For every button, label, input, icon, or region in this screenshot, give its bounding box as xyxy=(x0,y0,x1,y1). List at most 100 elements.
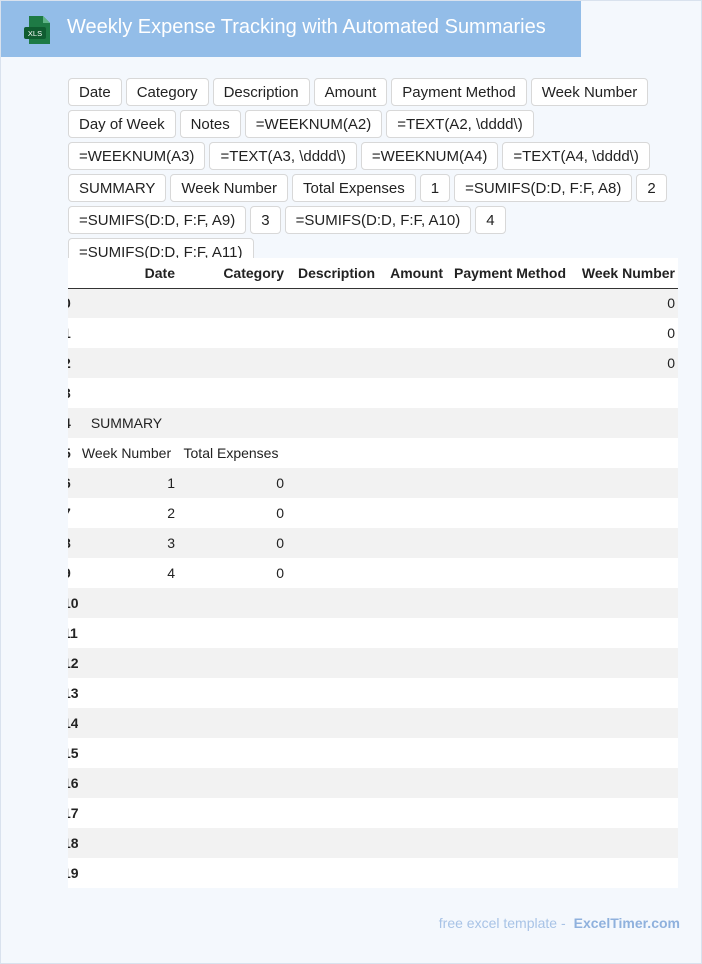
table-cell xyxy=(287,378,378,408)
header-chip: Category xyxy=(125,78,209,106)
table-cell: 0 xyxy=(569,288,678,318)
table-cell xyxy=(78,618,178,648)
header-chip: =SUMIFS(D:D, F:F, A10) xyxy=(284,206,472,234)
row-index-label: 17 xyxy=(68,805,78,821)
table-cell xyxy=(446,318,569,348)
row-index: 0 xyxy=(68,288,78,318)
table-cell xyxy=(78,798,178,828)
table-cell xyxy=(569,468,678,498)
header-chip: Total Expenses xyxy=(292,174,416,202)
row-index: 14 xyxy=(68,708,78,738)
row-index-label: 18 xyxy=(68,835,78,851)
table-cell xyxy=(178,588,287,618)
table-cell xyxy=(178,408,287,438)
row-index: 4 xyxy=(68,408,78,438)
row-index-label: 16 xyxy=(68,775,78,791)
table-cell xyxy=(78,288,178,318)
table-cell xyxy=(446,498,569,528)
table-row: 940 xyxy=(68,558,678,588)
table-cell xyxy=(446,558,569,588)
table-cell xyxy=(178,348,287,378)
column-header: Description xyxy=(287,258,378,289)
table-row: 610 xyxy=(68,468,678,498)
table-cell xyxy=(178,768,287,798)
table-cell xyxy=(78,678,178,708)
table-cell xyxy=(569,558,678,588)
table-cell xyxy=(287,678,378,708)
row-index-label: 14 xyxy=(68,715,78,731)
table-cell xyxy=(378,498,446,528)
table-cell xyxy=(446,408,569,438)
table-cell xyxy=(446,438,569,468)
table-row: 12 xyxy=(68,648,678,678)
row-index: 10 xyxy=(68,588,78,618)
table-cell xyxy=(178,798,287,828)
header-chip: =WEEKNUM(A4) xyxy=(360,142,499,170)
table-cell xyxy=(287,318,378,348)
table-row: 830 xyxy=(68,528,678,558)
table-cell xyxy=(178,678,287,708)
table-cell: 0 xyxy=(178,558,287,588)
table-cell: 0 xyxy=(178,498,287,528)
table-row: 19 xyxy=(68,858,678,888)
table-cell xyxy=(569,528,678,558)
table-cell xyxy=(378,798,446,828)
header-chip: 4 xyxy=(475,206,506,234)
table-cell xyxy=(78,318,178,348)
row-index-label: 11 xyxy=(68,625,78,641)
footer-brand-link[interactable]: ExcelTimer.com xyxy=(574,915,680,931)
table-cell xyxy=(78,648,178,678)
table-cell xyxy=(287,828,378,858)
title-banner: XLS Weekly Expense Tracking with Automat… xyxy=(1,1,581,57)
table-cell xyxy=(569,738,678,768)
table-cell xyxy=(287,558,378,588)
table-cell xyxy=(378,318,446,348)
table-cell xyxy=(287,438,378,468)
table-row: 00 xyxy=(68,288,678,318)
table-cell xyxy=(446,768,569,798)
table-cell xyxy=(569,858,678,888)
row-index-label: 7 xyxy=(68,505,71,521)
table-cell xyxy=(378,708,446,738)
table-cell xyxy=(446,858,569,888)
header-chip: Amount xyxy=(313,78,388,106)
row-index: 11 xyxy=(68,618,78,648)
row-index-label: 8 xyxy=(68,535,71,551)
table-cell xyxy=(446,678,569,708)
table-cell xyxy=(287,768,378,798)
table-cell xyxy=(569,438,678,468)
table-cell xyxy=(78,738,178,768)
table-cell xyxy=(446,618,569,648)
table-cell: 0 xyxy=(569,348,678,378)
table-row: 16 xyxy=(68,768,678,798)
row-index-label: 3 xyxy=(68,385,71,401)
row-index-label: 0 xyxy=(68,295,71,311)
table-cell xyxy=(78,768,178,798)
spreadsheet-preview: Date Category Description Amount Payment Met… xyxy=(68,258,678,888)
table-cell xyxy=(378,438,446,468)
table-cell xyxy=(378,528,446,558)
table-cell xyxy=(446,348,569,378)
row-index: 17 xyxy=(68,798,78,828)
logo-text: XLS xyxy=(28,29,42,38)
table-cell xyxy=(569,678,678,708)
table-cell xyxy=(378,588,446,618)
table-cell xyxy=(378,468,446,498)
table-cell xyxy=(287,348,378,378)
table-cell xyxy=(378,288,446,318)
row-index: 19 xyxy=(68,858,78,888)
table-cell xyxy=(178,708,287,738)
row-index-label: 9 xyxy=(68,565,71,581)
table-cell xyxy=(178,318,287,348)
header-chip-list: Date Category Description Amount Payment Met… xyxy=(68,78,668,266)
footer-credit: free excel template - ExcelTimer.com xyxy=(439,915,680,931)
table-cell: 4 xyxy=(78,558,178,588)
table-cell: 1 xyxy=(78,468,178,498)
row-index: 15 xyxy=(68,738,78,768)
table-row: 14 xyxy=(68,708,678,738)
table-row: 4 SUMMARY xyxy=(68,408,678,438)
row-index: 1 xyxy=(68,318,78,348)
table-cell xyxy=(378,378,446,408)
table-cell: 0 xyxy=(569,318,678,348)
row-index-label: 6 xyxy=(68,475,71,491)
